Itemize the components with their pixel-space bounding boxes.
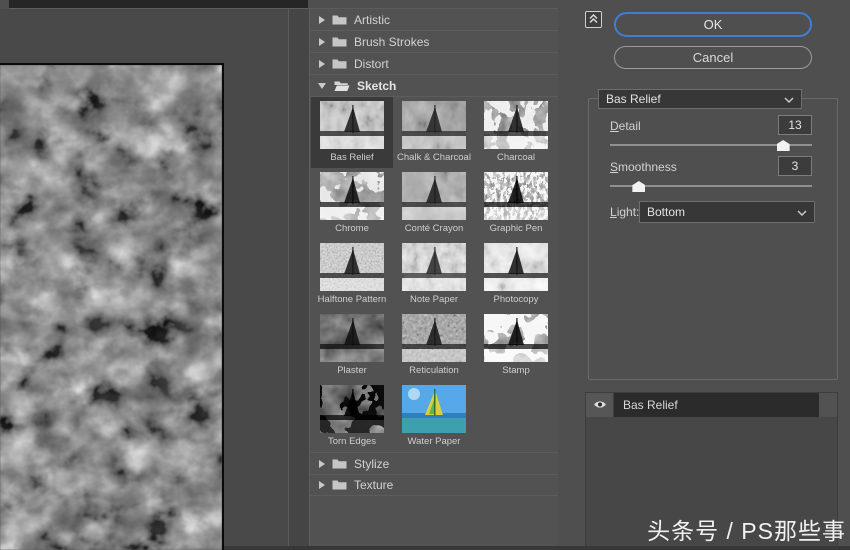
- filter-thumb-image: [402, 314, 466, 362]
- category-label: Brush Strokes: [354, 34, 430, 49]
- filter-thumb-photocopy[interactable]: Photocopy: [475, 239, 557, 310]
- filter-thumb-image: [484, 101, 548, 149]
- light-select-value: Bottom: [647, 205, 686, 219]
- filter-thumb-conte-crayon[interactable]: Conté Crayon: [393, 168, 475, 239]
- chevron-down-icon: [797, 205, 807, 219]
- filter-thumb-image: [484, 172, 548, 220]
- category-label: Stylize: [354, 456, 390, 471]
- category-brush-strokes[interactable]: Brush Strokes: [310, 30, 558, 52]
- triangle-collapsed-icon: [319, 59, 325, 68]
- sketch-thumbnails: Bas Relief Chalk & Charcoal Charcoal Chrome…: [310, 96, 558, 452]
- watermark-text: 头条号 / PS那些事: [647, 518, 846, 544]
- folder-closed-icon: [332, 58, 347, 70]
- filter-thumb-water-paper[interactable]: Water Paper: [393, 381, 475, 452]
- filter-thumb-chrome[interactable]: Chrome: [311, 168, 393, 239]
- filter-category-list: Artistic Brush Strokes Distort Sketch Ba…: [309, 8, 558, 550]
- filter-thumb-label: Photocopy: [493, 294, 539, 305]
- filter-thumb-image: [484, 243, 548, 291]
- triangle-expanded-icon: [318, 82, 326, 89]
- folder-closed-icon: [332, 36, 347, 48]
- effect-layer-row[interactable]: Bas Relief: [586, 393, 837, 417]
- smoothness-slider[interactable]: [610, 180, 812, 192]
- category-distort[interactable]: Distort: [310, 52, 558, 74]
- filter-thumb-image: [402, 385, 466, 433]
- ok-button[interactable]: OK: [614, 12, 812, 37]
- preview-divider-strip: [289, 9, 309, 550]
- filter-select-value: Bas Relief: [606, 92, 661, 106]
- filter-thumb-note-paper[interactable]: Note Paper: [393, 239, 475, 310]
- folder-closed-icon: [332, 458, 347, 470]
- filter-thumb-label: Graphic Pen: [489, 223, 543, 234]
- filter-thumb-label: Plaster: [337, 365, 367, 376]
- filter-thumb-torn-edges[interactable]: Torn Edges: [311, 381, 393, 452]
- filter-thumb-plaster[interactable]: Plaster: [311, 310, 393, 381]
- chevron-down-icon: [784, 92, 794, 106]
- filter-thumb-label: Chrome: [335, 223, 369, 234]
- category-texture[interactable]: Texture: [310, 474, 558, 496]
- preview-image[interactable]: [0, 63, 224, 550]
- triangle-collapsed-icon: [319, 37, 325, 46]
- filter-thumb-label: Reticulation: [409, 365, 459, 376]
- category-artistic[interactable]: Artistic: [310, 8, 558, 30]
- filter-thumb-bas-relief[interactable]: Bas Relief: [311, 97, 393, 168]
- filter-thumb-label: Bas Relief: [330, 152, 374, 163]
- filter-thumb-label: Conté Crayon: [404, 223, 464, 234]
- detail-label: Detail: [610, 119, 641, 133]
- filter-thumb-image: [320, 385, 384, 433]
- filter-thumb-image: [320, 101, 384, 149]
- folder-closed-icon: [332, 14, 347, 26]
- filter-thumb-label: Note Paper: [409, 294, 459, 305]
- triangle-collapsed-icon: [319, 481, 325, 489]
- smoothness-value-field[interactable]: 3: [778, 156, 812, 176]
- detail-slider[interactable]: [610, 139, 812, 151]
- cancel-button[interactable]: Cancel: [614, 46, 812, 69]
- filter-thumb-image: [320, 243, 384, 291]
- filter-thumb-chalk-charcoal[interactable]: Chalk & Charcoal: [393, 97, 475, 168]
- filter-thumb-reticulation[interactable]: Reticulation: [393, 310, 475, 381]
- double-chevron-up-icon: [589, 11, 598, 29]
- bottom-edge-strip: [224, 546, 850, 550]
- collapse-panel-button[interactable]: [585, 11, 602, 28]
- detail-value-field[interactable]: 13: [778, 115, 812, 135]
- filter-thumb-image: [320, 172, 384, 220]
- effect-layer-name: Bas Relief: [614, 393, 819, 417]
- filter-gallery-dialog: Artistic Brush Strokes Distort Sketch Ba…: [0, 0, 850, 550]
- category-label: Artistic: [354, 12, 390, 27]
- light-select-dropdown[interactable]: Bottom: [639, 201, 815, 223]
- filter-select-dropdown[interactable]: Bas Relief: [598, 89, 802, 109]
- category-sketch[interactable]: Sketch: [310, 74, 558, 96]
- slider-thumb[interactable]: [776, 140, 790, 151]
- slider-thumb[interactable]: [632, 181, 646, 192]
- filter-thumb-image: [402, 172, 466, 220]
- eye-icon: [593, 396, 607, 414]
- filter-thumb-image: [320, 314, 384, 362]
- filter-thumb-stamp[interactable]: Stamp: [475, 310, 557, 381]
- top-dark-strip: [9, 0, 308, 9]
- filter-thumb-charcoal[interactable]: Charcoal: [475, 97, 557, 168]
- filter-thumb-image: [484, 314, 548, 362]
- filter-thumb-label: Chalk & Charcoal: [397, 152, 471, 163]
- category-label: Sketch: [357, 78, 397, 93]
- layer-visibility-toggle[interactable]: [586, 393, 614, 417]
- triangle-collapsed-icon: [319, 459, 325, 468]
- light-label: Light:: [610, 205, 640, 219]
- category-stylize[interactable]: Stylize: [310, 452, 558, 474]
- layer-row-spacer: [819, 393, 837, 417]
- filter-thumb-image: [402, 101, 466, 149]
- triangle-collapsed-icon: [319, 15, 325, 24]
- filter-thumb-graphic-pen[interactable]: Graphic Pen: [475, 168, 557, 239]
- filter-thumb-label: Stamp: [502, 365, 530, 376]
- filter-thumb-label: Halftone Pattern: [317, 294, 387, 305]
- folder-open-icon: [334, 80, 350, 92]
- filter-thumb-label: Charcoal: [496, 152, 536, 163]
- category-label: Texture: [354, 478, 394, 492]
- filter-thumb-halftone-pattern[interactable]: Halftone Pattern: [311, 239, 393, 310]
- category-label: Distort: [354, 56, 389, 71]
- filter-thumb-label: Torn Edges: [327, 436, 377, 447]
- smoothness-label: Smoothness: [610, 160, 677, 174]
- folder-closed-icon: [332, 479, 347, 491]
- filter-thumb-image: [402, 243, 466, 291]
- filter-thumb-label: Water Paper: [407, 436, 461, 447]
